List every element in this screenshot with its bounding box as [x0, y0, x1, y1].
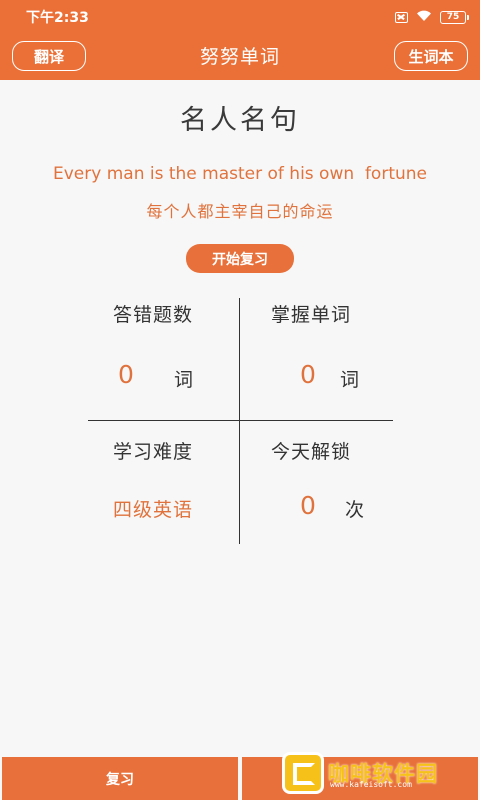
stats-grid: 答错题数 0 词 掌握单词 0 词 学习难度 四级英语 今天解锁 0 次: [88, 298, 393, 544]
difficulty-value: 四级英语: [113, 499, 194, 521]
wrong-answers-label: 答错题数: [113, 304, 194, 326]
watermark-logo-icon: [282, 752, 324, 794]
vertical-divider: [239, 298, 240, 544]
review-tab-button[interactable]: 复习: [2, 757, 238, 800]
status-icons: 75: [395, 10, 469, 25]
quote-chinese: 每个人都主宰自己的命运: [146, 202, 334, 221]
status-time: 下午2:33: [26, 10, 89, 26]
wifi-icon: [416, 10, 432, 25]
mastered-words-value: 0: [300, 360, 316, 389]
unlocked-today-unit: 次: [345, 499, 365, 521]
watermark-url: www.kafeisoft.com: [330, 780, 412, 789]
wrong-answers-unit: 词: [174, 369, 194, 391]
quote-heading: 名人名句: [180, 105, 300, 136]
vocabulary-book-button[interactable]: 生词本: [394, 41, 468, 71]
app-bar: 努努单词 翻译 生词本: [0, 34, 480, 80]
start-review-button[interactable]: 开始复习: [186, 244, 294, 273]
translate-button[interactable]: 翻译: [12, 41, 86, 71]
wrong-answers-value: 0: [118, 360, 134, 389]
quote-english: Every man is the master of his own fortu…: [53, 164, 427, 184]
watermark: 咖啡软件园 www.kafeisoft.com: [282, 750, 478, 796]
battery-level: 75: [446, 12, 460, 22]
horizontal-divider: [88, 420, 393, 421]
mastered-words-unit: 词: [340, 369, 360, 391]
difficulty-label: 学习难度: [113, 441, 194, 463]
battery-icon: 75: [440, 10, 469, 24]
unlocked-today-label: 今天解锁: [271, 441, 352, 463]
mastered-words-label: 掌握单词: [271, 304, 352, 326]
status-bar: 下午2:33 75: [0, 0, 480, 34]
no-sim-icon: [395, 11, 408, 23]
unlocked-today-value: 0: [300, 491, 316, 520]
